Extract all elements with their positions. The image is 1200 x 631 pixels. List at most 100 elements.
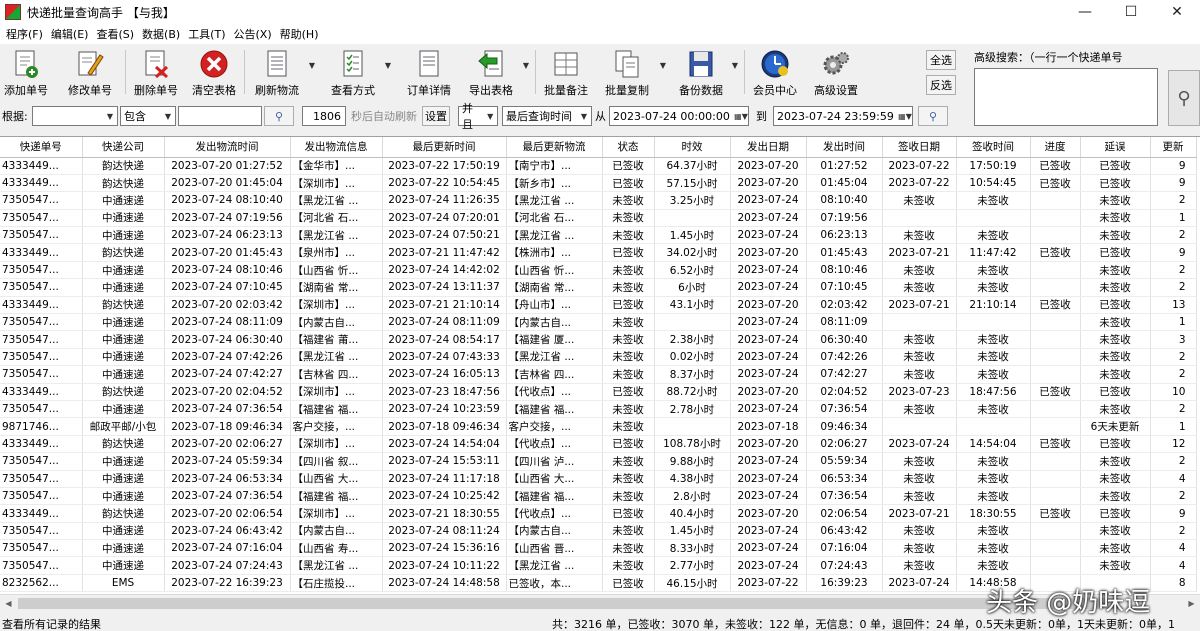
menu-edit[interactable]: 编辑(E) (47, 26, 93, 42)
column-header[interactable]: 最后更新物流 (506, 137, 603, 158)
table-row[interactable]: 7350547... 中通速递 2023-07-24 05:59:34 【四川省 叙.… (0, 452, 1197, 471)
column-header[interactable]: 时效 (654, 137, 731, 158)
table-row[interactable]: 7350547... 中通速递 2023-07-24 06:23:13 【黑龙江省 .… (0, 226, 1197, 245)
filter-field-select[interactable]: ▼ (32, 106, 118, 126)
table-cell: 2023-07-24 (730, 330, 807, 349)
column-header[interactable]: 发出时间 (806, 137, 883, 158)
batch-note-button[interactable]: 批量备注 (539, 44, 593, 100)
table-row[interactable]: 4333449... 韵达快递 2023-07-20 01:45:04 【深圳市】..… (0, 174, 1197, 193)
advanced-settings-button[interactable]: 高级设置 (808, 44, 864, 100)
table-row[interactable]: 7350547... 中通速递 2023-07-24 08:11:09 【内蒙古自..… (0, 313, 1197, 332)
order-detail-button[interactable]: 订单详情 (400, 44, 458, 100)
table-row[interactable]: 4333449... 韵达快递 2023-07-20 02:04:52 【深圳市】..… (0, 383, 1197, 401)
table-row[interactable]: 4333449... 韵达快递 2023-07-20 02:06:27 【深圳市】..… (0, 435, 1197, 454)
table-row[interactable]: 7350547... 中通速递 2023-07-24 07:10:45 【湖南省 常.… (0, 278, 1197, 297)
column-header[interactable]: 进度 (1030, 137, 1081, 158)
table-row[interactable]: 7350547... 中通速递 2023-07-24 06:30:40 【福建省 莆.… (0, 330, 1197, 349)
scroll-left-icon[interactable]: ◀ (0, 595, 17, 612)
table-cell: 02:04:52 (806, 383, 883, 401)
table-row[interactable]: 4333449... 韵达快递 2023-07-20 02:03:42 【深圳市】..… (0, 296, 1197, 315)
set-refresh-button[interactable]: 设置 (422, 106, 450, 126)
table-cell: 09:46:34 (806, 417, 883, 436)
table-row[interactable]: 7350547... 中通速递 2023-07-24 07:24:43 【黑龙江省 .… (0, 556, 1197, 575)
refresh-interval-input[interactable]: 1806 (302, 106, 346, 126)
clear-table-button[interactable]: 清空表格 (187, 44, 241, 100)
table-row[interactable]: 4333449... 韵达快递 2023-07-20 01:45:43 【泉州市】..… (0, 243, 1197, 262)
add-tracking-button[interactable]: 添加单号 (0, 44, 52, 100)
filter-match-select[interactable]: 包含 ▼ (120, 106, 176, 126)
table-row[interactable]: 7350547... 中通速递 2023-07-24 07:19:56 【河北省 石.… (0, 209, 1197, 228)
table-row[interactable]: 7350547... 中通速递 2023-07-24 06:53:34 【山西省 大.… (0, 470, 1197, 488)
column-header[interactable]: 状态 (602, 137, 655, 158)
batch-copy-button[interactable]: 批量复制 (597, 44, 657, 100)
table-row[interactable]: 7350547... 中通速递 2023-07-24 06:43:42 【内蒙古自..… (0, 522, 1197, 541)
minimize-button[interactable]: — (1062, 0, 1108, 24)
table-row[interactable]: 4333449... 韵达快递 2023-07-20 01:27:52 【金华市】..… (0, 157, 1197, 175)
table-cell: 6.52小时 (654, 261, 731, 280)
column-header[interactable]: 快递单号 (0, 137, 83, 158)
menu-notice[interactable]: 公告(X) (230, 26, 276, 42)
view-mode-dropdown[interactable]: ▼ (382, 44, 394, 100)
delete-tracking-button[interactable]: 删除单号 (129, 44, 183, 100)
invert-selection-button[interactable]: 反选 (926, 75, 956, 95)
maximize-button[interactable]: ☐ (1108, 0, 1154, 24)
time-field-select[interactable]: 最后查询时间 ▼ (502, 106, 592, 126)
column-header[interactable]: 延误 (1080, 137, 1151, 158)
table-row[interactable]: 7350547... 中通速递 2023-07-24 07:42:27 【吉林省 四.… (0, 365, 1197, 384)
clock-globe-icon (760, 48, 790, 80)
backup-dropdown[interactable]: ▼ (729, 44, 741, 100)
table-row[interactable]: 7350547... 中通速递 2023-07-24 07:36:54 【福建省 福.… (0, 400, 1197, 419)
filter-search-button[interactable]: ⚲ (264, 106, 294, 126)
table-cell: 未签收 (1080, 209, 1151, 228)
app-icon (5, 4, 21, 20)
advanced-search-textarea[interactable] (974, 68, 1158, 126)
table-row[interactable]: 7350547... 中通速递 2023-07-24 07:16:04 【山西省 寿.… (0, 539, 1197, 558)
table-cell: 06:43:42 (806, 522, 883, 541)
column-header[interactable]: 签收日期 (882, 137, 957, 158)
table-row[interactable]: 7350547... 中通速递 2023-07-24 07:42:26 【黑龙江省 .… (0, 348, 1197, 367)
scroll-thumb[interactable] (18, 598, 1118, 609)
backup-data-button[interactable]: 备份数据 (673, 44, 729, 100)
column-header[interactable]: 发出物流时间 (164, 137, 291, 158)
table-cell: 2023-07-22 (730, 574, 807, 593)
column-header[interactable]: 发出日期 (730, 137, 807, 158)
batch-copy-dropdown[interactable]: ▼ (657, 44, 669, 100)
menu-tools[interactable]: 工具(T) (184, 26, 229, 42)
select-all-button[interactable]: 全选 (926, 50, 956, 70)
scroll-right-icon[interactable]: ▶ (1183, 595, 1200, 612)
logic-select[interactable]: 并且 ▼ (458, 102, 498, 131)
advanced-search-button[interactable]: ⚲ (1168, 70, 1200, 126)
column-header[interactable]: 最后更新时间 (382, 137, 507, 158)
table-cell: 未签收 (882, 522, 957, 541)
table-row[interactable]: 7350547... 中通速递 2023-07-24 08:10:40 【黑龙江省 .… (0, 191, 1197, 210)
filter-keyword-input[interactable] (178, 106, 262, 126)
table-row[interactable]: 7350547... 中通速递 2023-07-24 08:10:46 【山西省 忻.… (0, 261, 1197, 280)
view-mode-button[interactable]: 查看方式 (324, 44, 382, 100)
column-header[interactable]: 快递公司 (82, 137, 165, 158)
menu-view[interactable]: 查看(S) (92, 26, 138, 42)
refresh-logistics-button[interactable]: 刷新物流 (248, 44, 306, 100)
date-search-button[interactable]: ⚲ (918, 106, 948, 126)
menu-help[interactable]: 帮助(H) (276, 26, 323, 42)
menu-data[interactable]: 数据(B) (138, 26, 184, 42)
member-center-button[interactable]: 会员中心 (748, 44, 802, 100)
table-row[interactable]: 9871746... 邮政平邮/小包 2023-07-18 09:46:34 客户交接… (0, 417, 1197, 436)
column-header[interactable]: 更新 (1150, 137, 1197, 158)
table-cell: 6小时 (654, 278, 731, 297)
to-date-picker[interactable]: 2023-07-24 23:59:59 ▦▼ (773, 106, 913, 126)
edit-tracking-button[interactable]: 修改单号 (58, 44, 122, 100)
close-button[interactable]: ✕ (1154, 0, 1200, 24)
menu-program[interactable]: 程序(F) (2, 26, 47, 42)
table-cell: 01:45:43 (806, 243, 883, 262)
table-row[interactable]: 7350547... 中通速递 2023-07-24 07:36:54 【福建省 福.… (0, 487, 1197, 506)
refresh-dropdown[interactable]: ▼ (306, 44, 318, 100)
export-table-button[interactable]: 导出表格 (462, 44, 520, 100)
export-dropdown[interactable]: ▼ (520, 44, 532, 100)
column-header[interactable]: 发出物流信息 (290, 137, 383, 158)
column-header[interactable]: 签收时间 (956, 137, 1031, 158)
table-cell: 已签收 (1030, 296, 1081, 315)
from-date-picker[interactable]: 2023-07-24 00:00:00 ▦▼ (609, 106, 749, 126)
table-row[interactable]: 4333449... 韵达快递 2023-07-20 02:06:54 【深圳市】..… (0, 504, 1197, 523)
table-cell: 2023-07-20 (730, 383, 807, 401)
results-table[interactable]: 快递单号 快递公司 发出物流时间 发出物流信息 最后更新时间 最后更新物流 状态 时效 发出日期… (0, 136, 1200, 594)
